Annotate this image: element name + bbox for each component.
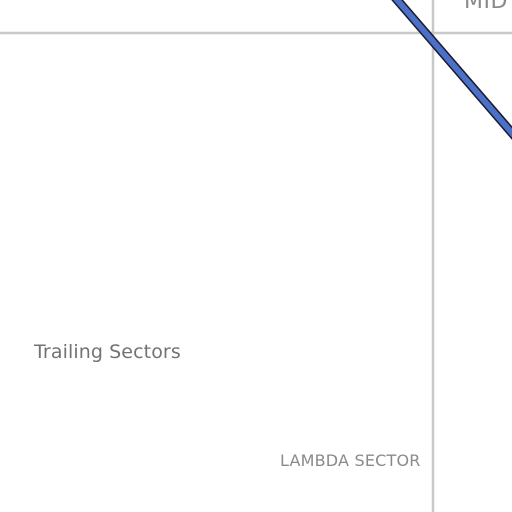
map-graphics	[0, 0, 512, 512]
partial-area-label: MID	[464, 0, 508, 14]
district-label: Trailing Sectors	[34, 341, 181, 363]
sector-label: LAMBDA SECTOR	[280, 451, 421, 470]
route-line-outline	[391, 0, 512, 140]
map-canvas[interactable]: MID Trailing Sectors LAMBDA SECTOR	[0, 0, 512, 512]
